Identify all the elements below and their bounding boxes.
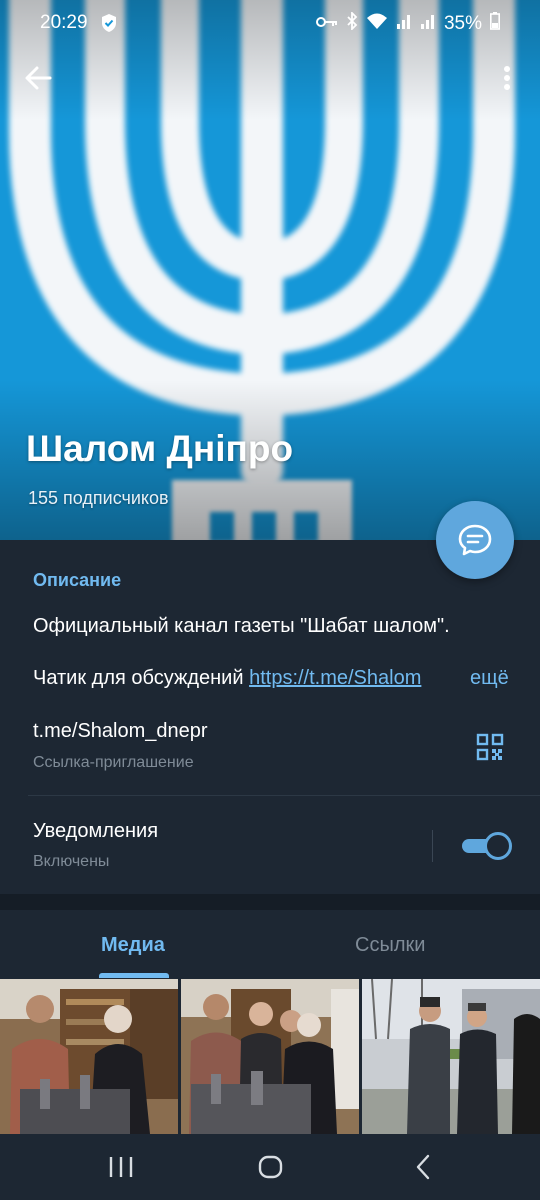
description-heading: Описание	[33, 570, 122, 590]
chat-bubble-icon	[458, 524, 492, 556]
wifi-icon	[366, 12, 388, 36]
description-prefix: Чатик для обсуждений	[33, 667, 250, 689]
key-icon	[315, 13, 338, 35]
status-bar: 20:29 35%	[0, 0, 540, 48]
signal-icon	[420, 13, 436, 35]
description-text: Официальный канал газеты "Шабат шалом".	[33, 615, 450, 637]
shield-icon	[100, 13, 118, 39]
active-tab-indicator	[99, 973, 169, 978]
back-button[interactable]	[22, 60, 58, 96]
signal-icon	[396, 13, 412, 35]
status-time: 20:29	[40, 12, 88, 33]
notifications-toggle[interactable]	[460, 831, 512, 861]
more-vertical-icon	[504, 66, 510, 90]
description-link[interactable]: https://t.me/Shalom	[249, 667, 421, 689]
home-icon	[258, 1155, 283, 1179]
qr-code-button[interactable]	[476, 733, 504, 761]
media-grid	[0, 979, 540, 1134]
show-more-link[interactable]: ещё	[462, 667, 509, 690]
notifications-label[interactable]: Уведомления	[33, 820, 158, 843]
photo-image	[181, 979, 359, 1134]
shared-media-tabs: Медиа Ссылки	[0, 910, 540, 978]
vertical-separator	[432, 830, 433, 862]
recent-apps-icon	[109, 1157, 133, 1177]
channel-title: Шалом Дніпро	[26, 428, 294, 469]
system-navigation-bar	[0, 1134, 540, 1200]
bluetooth-icon	[346, 10, 358, 36]
toggle-knob	[484, 832, 512, 860]
channel-info-section: Описание Официальный канал газеты "Шабат…	[0, 540, 540, 894]
subscriber-count: 155 подписчиков	[28, 488, 169, 508]
discussion-button[interactable]	[436, 501, 514, 579]
invite-link-caption: Ссылка-приглашение	[33, 754, 194, 771]
section-gap	[0, 894, 540, 910]
photo-image	[362, 979, 540, 1134]
notifications-status: Включены	[33, 853, 110, 870]
home-button[interactable]	[256, 1152, 286, 1182]
media-thumbnail[interactable]	[0, 979, 178, 1134]
arrow-left-icon	[25, 66, 52, 90]
qr-code-icon	[476, 733, 504, 761]
status-icons: 35%	[315, 10, 500, 36]
recent-apps-button[interactable]	[106, 1152, 136, 1182]
photo-image	[0, 979, 178, 1134]
tab-media[interactable]: Медиа	[101, 934, 165, 957]
battery-icon	[490, 12, 500, 36]
media-thumbnail[interactable]	[362, 979, 540, 1134]
divider	[28, 795, 540, 796]
more-options-button[interactable]	[494, 60, 520, 96]
description-text-line2: Чатик для обсуждений https://t.me/Shalom	[33, 667, 503, 690]
back-nav-button[interactable]	[408, 1152, 438, 1182]
chevron-left-icon	[416, 1154, 430, 1180]
invite-link[interactable]: t.me/Shalom_dnepr	[33, 720, 208, 743]
tab-links[interactable]: Ссылки	[355, 934, 425, 957]
media-thumbnail[interactable]	[181, 979, 359, 1134]
battery-level: 35%	[443, 13, 482, 34]
